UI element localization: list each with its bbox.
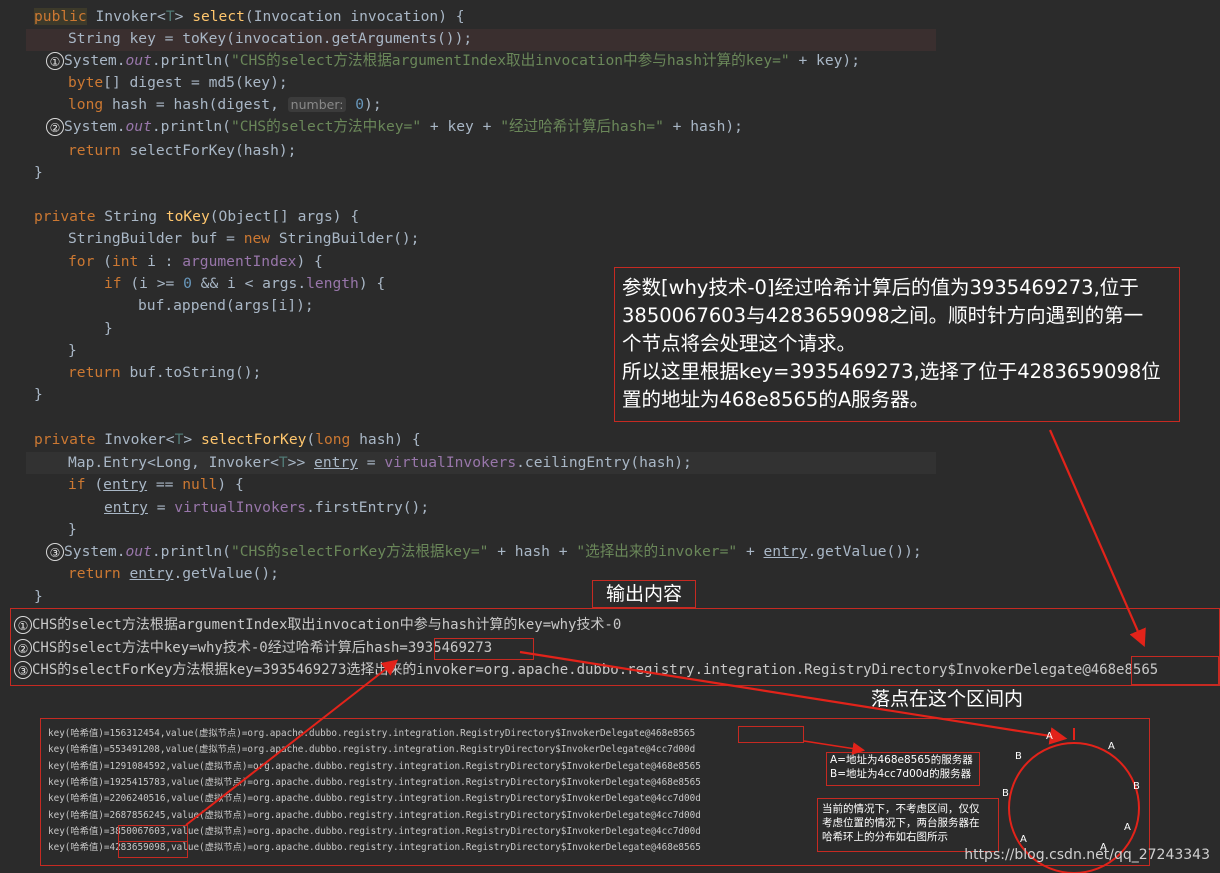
arrow-address-to-legend xyxy=(803,740,866,755)
ring-label-b-upper-left: B xyxy=(1015,751,1022,762)
ring-label-a-top: A xyxy=(1046,731,1053,742)
arrow-callout-to-address xyxy=(1048,429,1146,648)
ring-label-a-lower-right: A xyxy=(1124,822,1131,833)
ring-label-a-upper-right: A xyxy=(1108,741,1115,752)
annotation-arrows xyxy=(185,429,1146,873)
ring-label-b-right: B xyxy=(1133,781,1140,792)
watermark: https://blog.csdn.net/qq_27243343 xyxy=(964,847,1210,863)
ring-label-a-lower-left: A xyxy=(1020,834,1027,845)
arrow-bound-to-hash xyxy=(185,659,399,826)
ring-label-b-left: B xyxy=(1002,788,1009,799)
arrow-hash-to-ring xyxy=(519,650,1068,745)
